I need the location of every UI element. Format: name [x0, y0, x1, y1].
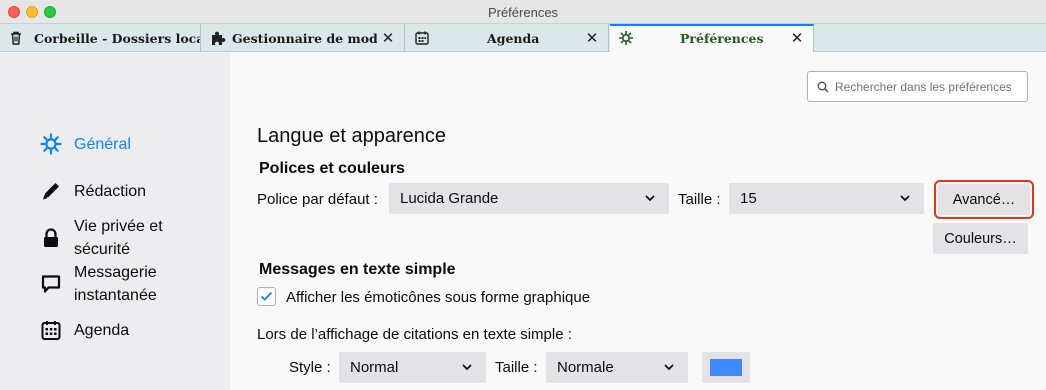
lock-icon — [44, 228, 58, 247]
default-font-label: Police par défaut : — [257, 191, 378, 208]
default-font-value: Lucida Grande — [400, 190, 499, 207]
search-input[interactable]: Rechercher dans les préférences — [807, 71, 1028, 102]
tab-strip: Corbeille - Dossiers locaux Gestionnaire… — [0, 24, 1046, 52]
tab-agenda[interactable]: Agenda ✕ — [406, 24, 609, 52]
tab-label: Gestionnaire de modules — [232, 31, 377, 46]
sidebar: Général Rédaction Vie privée et sécurité… — [0, 53, 230, 390]
tab-corbeille[interactable]: Corbeille - Dossiers locaux — [0, 24, 201, 52]
puzzle-icon — [212, 31, 226, 45]
gear-icon — [40, 133, 62, 155]
page-title: Langue et apparence — [257, 125, 447, 147]
gear-icon — [619, 31, 633, 45]
close-icon[interactable]: ✕ — [380, 29, 396, 47]
sidebar-item-label: Agenda — [74, 322, 130, 339]
search-placeholder: Rechercher dans les préférences — [835, 79, 1012, 94]
trash-icon — [11, 31, 21, 45]
tab-gestionnaire-modules[interactable]: Gestionnaire de modules ✕ — [202, 24, 405, 52]
quote-size-dropdown[interactable]: Normale — [546, 352, 688, 383]
advanced-fonts-button[interactable]: Avancé… — [934, 180, 1034, 219]
title-bar: Préférences — [0, 0, 1046, 24]
sidebar-item-vie-privee[interactable]: Vie privée et sécurité — [40, 215, 163, 261]
sidebar-item-label: Rédaction — [74, 183, 147, 200]
font-size-value: 15 — [740, 190, 757, 207]
sidebar-item-label: Messagerie instantanée — [74, 264, 157, 304]
sidebar-item-redaction[interactable]: Rédaction — [40, 180, 146, 203]
tab-label: Préférences — [680, 31, 764, 46]
quotes-label: Lors de l’affichage de citations en text… — [257, 326, 572, 343]
chevron-down-icon — [664, 364, 674, 371]
font-size-dropdown[interactable]: 15 — [729, 183, 924, 214]
quote-style-value: Normal — [350, 359, 399, 376]
quote-style-label: Style : — [289, 359, 331, 376]
quote-color-fill — [710, 359, 742, 376]
font-size-label: Taille : — [678, 191, 721, 208]
sidebar-item-general[interactable]: Général — [40, 133, 131, 156]
quote-color-picker[interactable] — [702, 352, 750, 383]
emoticons-checkbox[interactable] — [257, 287, 276, 306]
close-icon[interactable]: ✕ — [584, 29, 600, 47]
sidebar-item-agenda[interactable]: Agenda — [40, 319, 129, 342]
quote-style-dropdown[interactable]: Normal — [339, 352, 486, 383]
tab-preferences[interactable]: Préférences ✕ — [610, 24, 814, 52]
quote-size-value: Normale — [557, 359, 614, 376]
tab-label: Corbeille - Dossiers locaux — [34, 31, 200, 46]
section-heading-fonts: Polices et couleurs — [259, 160, 405, 177]
quote-size-label: Taille : — [495, 359, 538, 376]
colors-button[interactable]: Couleurs… — [933, 223, 1028, 254]
section-heading-plain-text: Messages en texte simple — [259, 261, 456, 278]
chat-icon — [41, 275, 61, 293]
close-icon[interactable]: ✕ — [789, 29, 805, 47]
sidebar-item-messagerie[interactable]: Messagerie instantanée — [40, 261, 157, 307]
chevron-down-icon — [900, 195, 910, 202]
chevron-down-icon — [645, 195, 655, 202]
sidebar-item-label: Vie privée et sécurité — [74, 218, 163, 258]
search-icon — [817, 81, 829, 92]
chevron-down-icon — [462, 364, 472, 371]
window-title: Préférences — [487, 5, 559, 20]
sidebar-item-label: Général — [74, 136, 131, 153]
default-font-dropdown[interactable]: Lucida Grande — [389, 183, 669, 214]
calendar-icon — [415, 31, 429, 45]
emoticons-label: Afficher les émoticônes sous forme graph… — [286, 289, 591, 306]
preferences-content: Rechercher dans les préférences Langue e… — [230, 53, 1046, 390]
tab-label: Agenda — [487, 31, 540, 46]
pencil-icon — [43, 183, 59, 200]
checkmark-icon — [260, 291, 273, 301]
calendar-icon — [41, 321, 61, 340]
